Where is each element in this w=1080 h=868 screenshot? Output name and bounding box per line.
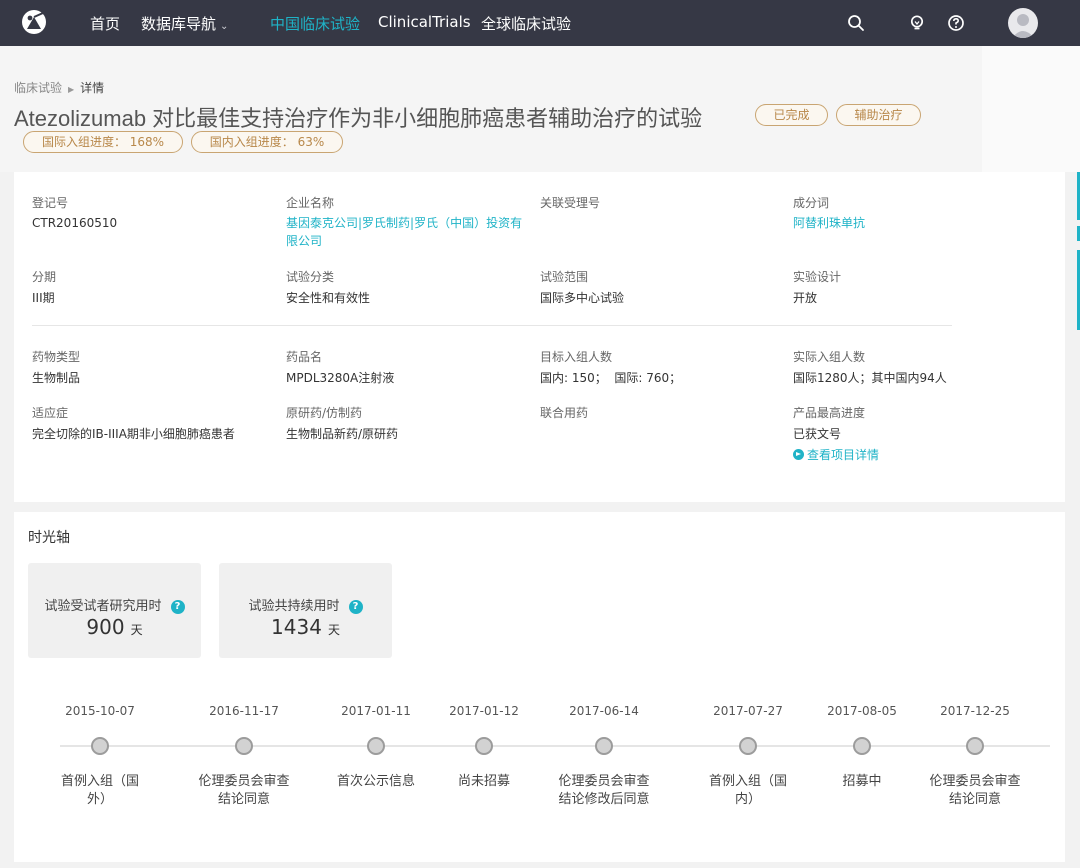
timeline-date: 2017-01-12 bbox=[449, 704, 519, 718]
ingredient-link[interactable]: 阿替利珠单抗 bbox=[793, 214, 1033, 232]
timeline-dot[interactable] bbox=[853, 737, 871, 755]
breadcrumb-separator-icon: ▶ bbox=[68, 85, 75, 94]
nav-database[interactable]: 数据库导航 ⌄ bbox=[141, 13, 228, 34]
stat-label: 试验共持续用时? bbox=[219, 595, 392, 614]
timeline-date: 2017-08-05 bbox=[827, 704, 897, 718]
stat-value: 1434 天 bbox=[219, 615, 392, 639]
domestic-enrollment-badge: 国内入组进度： 63% bbox=[191, 131, 343, 153]
field-label: 分期 bbox=[32, 270, 57, 284]
timeline-event: 伦理委员会审查结论同意 bbox=[198, 774, 290, 807]
field-label: 实验设计 bbox=[793, 270, 842, 284]
timeline-axis bbox=[60, 745, 1050, 747]
stat-label: 试验受试者研究用时? bbox=[28, 595, 201, 614]
question-icon[interactable]: ? bbox=[170, 600, 185, 614]
field-label: 药品名 bbox=[286, 350, 323, 364]
view-project-details-link[interactable]: 查看项目详情 bbox=[793, 446, 879, 463]
view-project-details-label: 查看项目详情 bbox=[807, 448, 880, 462]
nav-china-trials[interactable]: 中国临床试验 bbox=[270, 13, 360, 34]
stat-unit: 天 bbox=[327, 623, 340, 637]
field-label: 关联受理号 bbox=[540, 196, 601, 210]
timeline-dot[interactable] bbox=[739, 737, 757, 755]
stat-subject-duration: 试验受试者研究用时? 900 天 bbox=[28, 563, 201, 658]
timeline-date: 2015-10-07 bbox=[65, 704, 135, 718]
timeline-dot[interactable] bbox=[367, 737, 385, 755]
chevron-down-icon: ⌄ bbox=[220, 21, 229, 32]
nav-database-label: 数据库导航 bbox=[141, 15, 217, 33]
field-label: 适应症 bbox=[32, 406, 69, 420]
intl-enrollment-badge: 国际入组进度： 168% bbox=[23, 131, 183, 153]
field-value: 开放 bbox=[793, 291, 818, 305]
breadcrumb-root[interactable]: 临床试验 bbox=[14, 81, 62, 95]
field-value: 生物制品 bbox=[32, 371, 81, 385]
timeline-event: 尚未招募 bbox=[457, 774, 510, 789]
field-value: 国际多中心试验 bbox=[540, 291, 625, 305]
header-shadow bbox=[982, 46, 1080, 172]
timeline-dot[interactable] bbox=[475, 737, 493, 755]
field-value: 生物制品新药/原研药 bbox=[286, 427, 399, 441]
timeline-dot[interactable] bbox=[91, 737, 109, 755]
nav-home[interactable]: 首页 bbox=[90, 13, 120, 34]
timeline-event: 首例入组（国内） bbox=[708, 774, 787, 807]
field-label: 目标入组人数 bbox=[540, 350, 613, 364]
stat-unit: 天 bbox=[130, 623, 143, 637]
category-badge: 辅助治疗 bbox=[836, 104, 921, 126]
timeline-dot[interactable] bbox=[966, 737, 984, 755]
field-label: 产品最高进度 bbox=[793, 406, 866, 420]
breadcrumb-current: 详情 bbox=[80, 81, 105, 95]
timeline-event: 伦理委员会审查结论修改后同意 bbox=[558, 774, 650, 807]
top-navbar: 首页 数据库导航 ⌄ 中国临床试验 ClinicalTrials 全球临床试验 bbox=[0, 0, 1080, 46]
user-icon bbox=[1012, 14, 1034, 38]
timeline-event: 招募中 bbox=[842, 774, 882, 789]
nav-global-trials[interactable]: 全球临床试验 bbox=[481, 13, 571, 34]
divider bbox=[32, 325, 952, 326]
nav-clinicaltrials[interactable]: ClinicalTrials bbox=[378, 13, 471, 31]
avatar[interactable] bbox=[1008, 8, 1038, 38]
timeline-date: 2017-01-11 bbox=[341, 704, 411, 718]
timeline-date: 2016-11-17 bbox=[209, 704, 279, 718]
field-label: 试验分类 bbox=[286, 270, 335, 284]
timeline-event: 首例入组（国外） bbox=[60, 774, 139, 807]
timeline-dot[interactable] bbox=[235, 737, 253, 755]
timeline-date: 2017-06-14 bbox=[569, 704, 639, 718]
timeline-event: 首次公示信息 bbox=[336, 774, 415, 789]
timeline-date: 2017-07-27 bbox=[713, 704, 783, 718]
logo-icon[interactable] bbox=[21, 9, 47, 35]
lightbulb-icon[interactable] bbox=[907, 13, 927, 33]
page-title: Atezolizumab 对比最佳支持治疗作为非小细胞肺癌患者辅助治疗的试验 bbox=[14, 106, 703, 131]
stat-value: 900 天 bbox=[28, 615, 201, 639]
field-value: 国际1280人；其中国内94人 bbox=[793, 371, 947, 385]
timeline-dot[interactable] bbox=[595, 737, 613, 755]
stat-number: 1434 bbox=[271, 615, 322, 639]
timeline-date: 2017-12-25 bbox=[940, 704, 1010, 718]
search-icon[interactable] bbox=[846, 13, 866, 33]
field-value: 已获文号 bbox=[793, 427, 842, 441]
breadcrumb: 临床试验 ▶ 详情 bbox=[14, 79, 104, 96]
field-label: 试验范围 bbox=[540, 270, 589, 284]
field-value: III期 bbox=[32, 291, 55, 305]
field-label: 药物类型 bbox=[32, 350, 81, 364]
field-label: 原研药/仿制药 bbox=[286, 406, 363, 420]
field-label: 登记号 bbox=[32, 196, 69, 210]
field-value: 国内: 150； 国际: 760； bbox=[540, 371, 682, 385]
stat-number: 900 bbox=[86, 615, 125, 639]
stat-label-text: 试验共持续用时 bbox=[248, 599, 340, 614]
field-label: 联合用药 bbox=[540, 406, 589, 420]
field-label: 企业名称 bbox=[286, 196, 335, 210]
arrow-right-circle-icon bbox=[793, 449, 804, 460]
status-badge: 已完成 bbox=[755, 104, 828, 126]
timeline-event: 伦理委员会审查结论同意 bbox=[929, 774, 1021, 807]
stat-total-duration: 试验共持续用时? 1434 天 bbox=[219, 563, 392, 658]
help-circle-icon[interactable] bbox=[946, 13, 966, 33]
stat-label-text: 试验受试者研究用时 bbox=[44, 599, 162, 614]
field-label: 成分词 bbox=[793, 196, 830, 210]
field-value: CTR20160510 bbox=[32, 216, 118, 230]
field-value: 安全性和有效性 bbox=[286, 291, 371, 305]
field-value: 完全切除的IB-IIIA期非小细胞肺癌患者 bbox=[32, 427, 235, 441]
field-label: 实际入组人数 bbox=[793, 350, 866, 364]
question-icon[interactable]: ? bbox=[348, 600, 363, 614]
timeline-title: 时光轴 bbox=[28, 530, 70, 546]
company-link[interactable]: 基因泰克公司|罗氏制药|罗氏（中国）投资有限公司 bbox=[286, 214, 524, 250]
field-value: MPDL3280A注射液 bbox=[286, 371, 395, 385]
